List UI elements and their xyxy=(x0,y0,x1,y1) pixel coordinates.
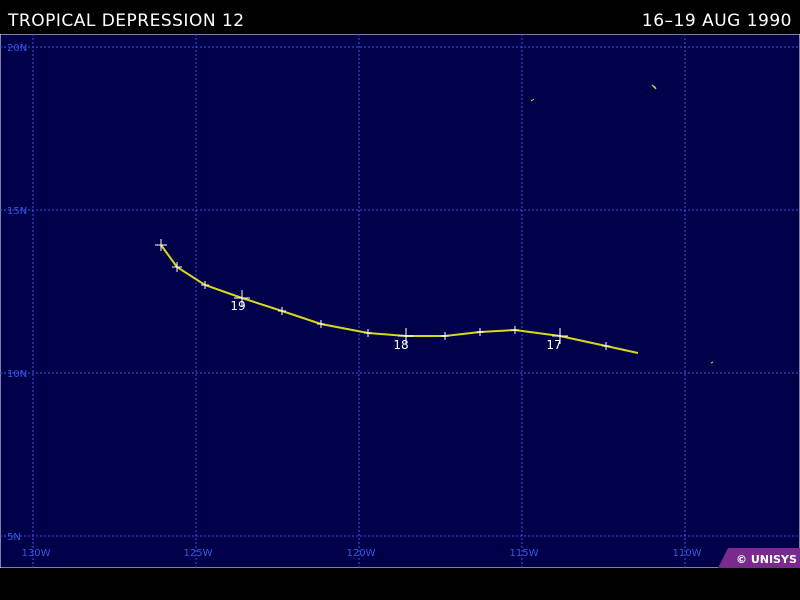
storm-title: TROPICAL DEPRESSION 12 xyxy=(8,11,245,31)
lon-label-125w: 125W xyxy=(184,548,213,559)
lon-label-110w: 110W xyxy=(673,548,702,559)
lat-label-5n: 5N xyxy=(7,532,21,543)
map-background xyxy=(0,34,800,568)
badge-text: © UNISYS xyxy=(736,553,797,566)
track-map: 20N 15N 10N 5N 130W 125W 120W 115W 110W xyxy=(0,34,800,568)
lon-label-115w: 115W xyxy=(510,548,539,559)
day-label-19: 19 xyxy=(230,299,245,313)
lat-label-10n: 10N xyxy=(7,369,27,380)
lon-label-120w: 120W xyxy=(347,548,376,559)
header-bar: TROPICAL DEPRESSION 12 16–19 AUG 1990 xyxy=(0,0,800,34)
day-label-18: 18 xyxy=(393,338,408,352)
storm-dates: 16–19 AUG 1990 xyxy=(641,11,792,31)
unisys-badge: © UNISYS xyxy=(718,548,800,568)
day-label-17: 17 xyxy=(546,338,561,352)
lat-label-20n: 20N xyxy=(7,43,27,54)
lat-label-15n: 15N xyxy=(7,206,27,217)
footer-bar xyxy=(0,568,800,600)
lon-label-130w: 130W xyxy=(22,548,51,559)
map-svg: 20N 15N 10N 5N 130W 125W 120W 115W 110W xyxy=(0,34,800,568)
